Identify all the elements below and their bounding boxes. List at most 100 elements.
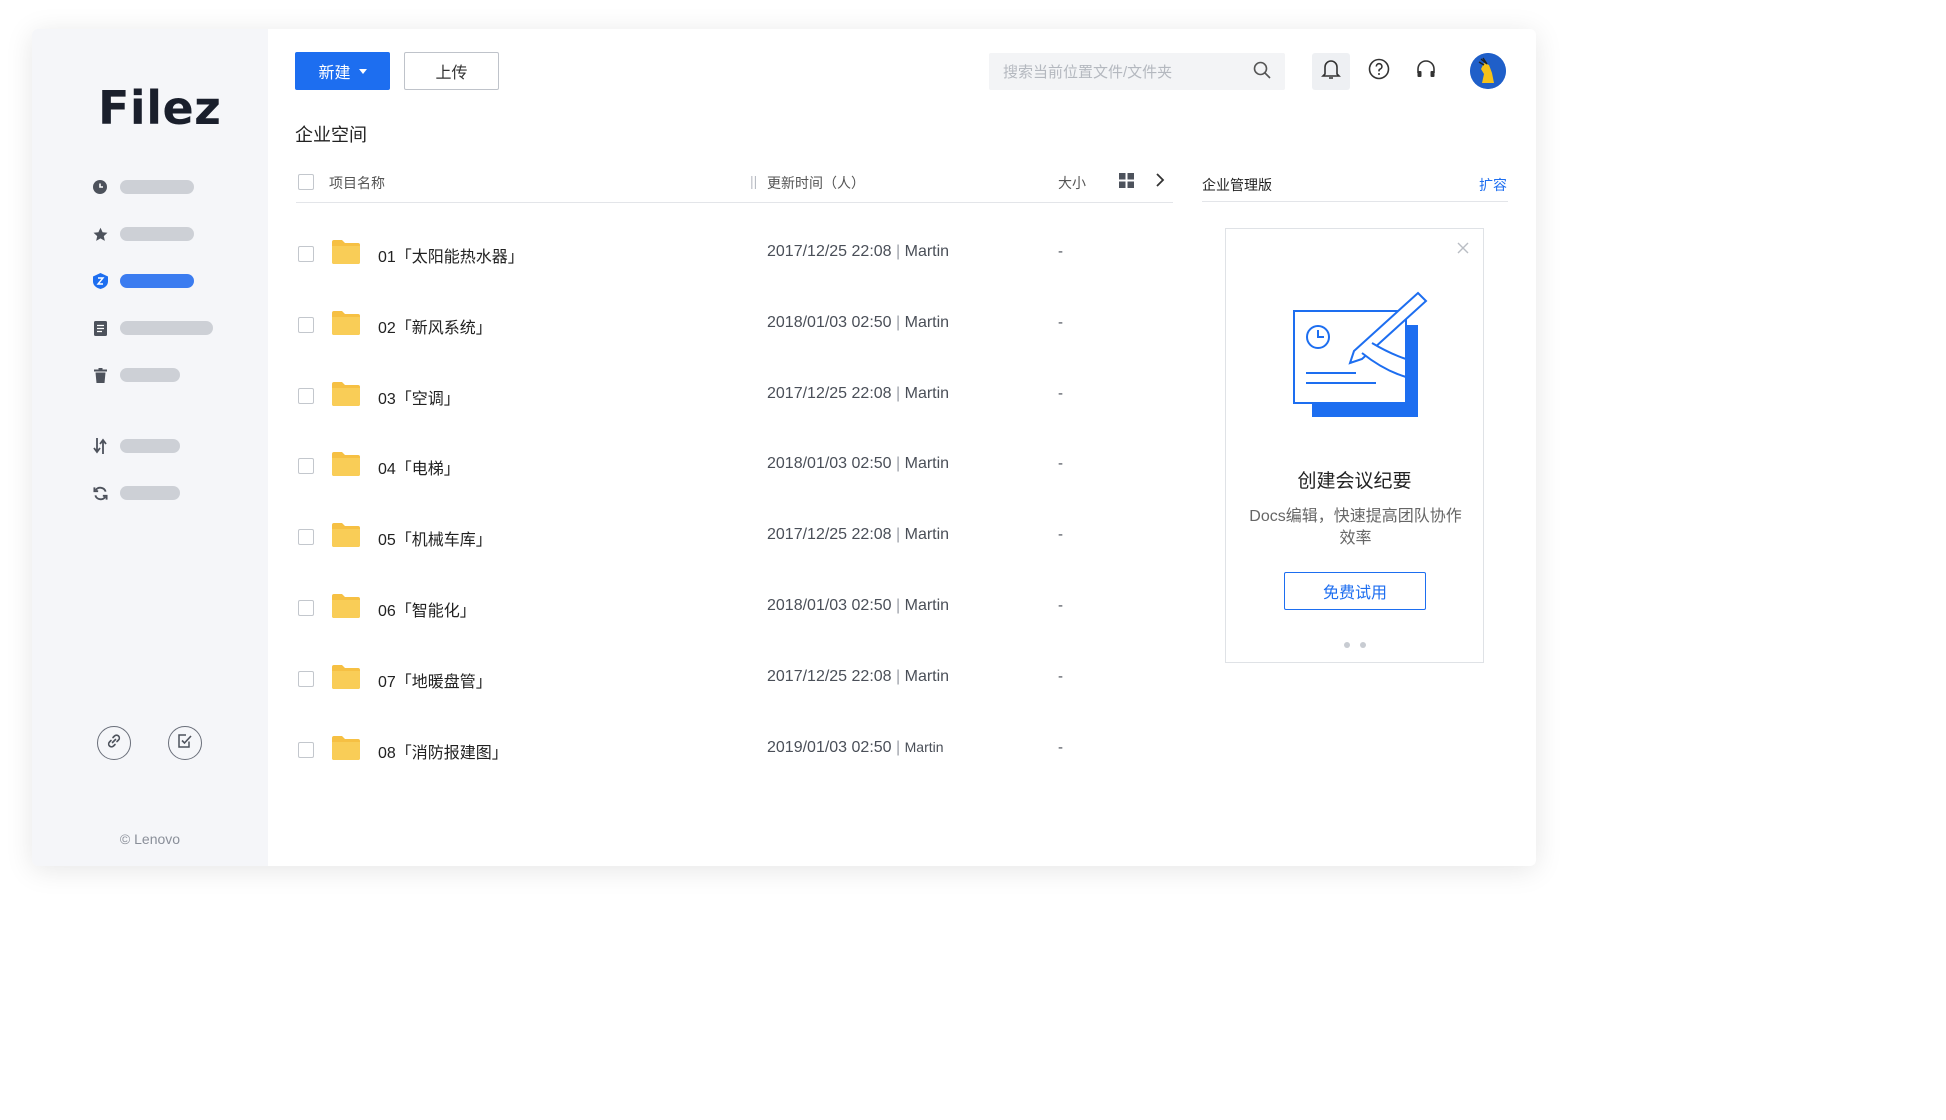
sign-button[interactable] xyxy=(168,726,202,760)
table-row[interactable]: 06「智能化」 2018/01/03 02:50 | Martin - xyxy=(296,588,1173,628)
file-name[interactable]: 08「消防报建图」 xyxy=(378,739,508,763)
updated-time: 2019/01/03 02:50 xyxy=(767,739,892,756)
expand-capacity-link[interactable]: 扩容 xyxy=(1479,175,1507,195)
copyright: © Lenovo xyxy=(119,831,181,847)
avatar[interactable] xyxy=(1470,53,1506,89)
updated-info: 2019/01/03 02:50 | Martin xyxy=(767,739,944,756)
file-size: - xyxy=(1058,314,1063,331)
folder-icon xyxy=(332,523,360,547)
updated-time: 2018/01/03 02:50 xyxy=(767,455,892,472)
carousel-dots[interactable] xyxy=(1226,642,1483,648)
updated-user: Martin xyxy=(904,385,950,402)
updated-time: 2018/01/03 02:50 xyxy=(767,314,892,331)
file-size: - xyxy=(1058,385,1063,402)
file-name[interactable]: 02「新风系统」 xyxy=(378,314,492,338)
file-size: - xyxy=(1058,668,1063,685)
file-name[interactable]: 06「智能化」 xyxy=(378,597,476,621)
table-row[interactable]: 07「地暖盘管」 2017/12/25 22:08 | Martin - xyxy=(296,659,1173,699)
folder-icon xyxy=(332,736,360,760)
updated-user: Martin xyxy=(904,597,950,614)
row-checkbox[interactable] xyxy=(298,388,314,404)
star-icon xyxy=(92,226,108,242)
folder-icon xyxy=(332,594,360,618)
sidebar-item-recent[interactable] xyxy=(92,178,194,196)
sidebar-item-favorites[interactable] xyxy=(92,225,194,243)
transfer-icon xyxy=(92,438,108,454)
file-name[interactable]: 05「机械车库」 xyxy=(378,526,492,550)
row-checkbox[interactable] xyxy=(298,671,314,687)
row-checkbox[interactable] xyxy=(298,317,314,333)
row-checkbox[interactable] xyxy=(298,458,314,474)
select-all-checkbox[interactable] xyxy=(298,174,314,190)
folder-icon xyxy=(332,240,360,264)
row-checkbox[interactable] xyxy=(298,246,314,262)
app-logo: Filez xyxy=(98,81,222,135)
file-name[interactable]: 03「空调」 xyxy=(378,385,460,409)
table-row[interactable]: 04「电梯」 2018/01/03 02:50 | Martin - xyxy=(296,446,1173,486)
grid-view-icon[interactable] xyxy=(1119,173,1134,193)
help-button[interactable] xyxy=(1360,53,1398,90)
column-name[interactable]: 项目名称 xyxy=(329,173,385,193)
folder-icon xyxy=(332,382,360,406)
file-name[interactable]: 04「电梯」 xyxy=(378,455,460,479)
upload-button[interactable]: 上传 xyxy=(404,52,499,90)
sign-icon xyxy=(177,733,193,754)
chevron-right-icon[interactable] xyxy=(1155,172,1165,193)
main-content: 新建 上传 搜索当前位置文件/文件夹 企业空间 项目名称 || 更新时间（人） … xyxy=(268,29,1536,866)
updated-time: 2017/12/25 22:08 xyxy=(767,526,892,543)
link-icon xyxy=(106,733,122,754)
updated-info: 2018/01/03 02:50 | Martin xyxy=(767,455,950,472)
file-size: - xyxy=(1058,526,1063,543)
free-trial-button[interactable]: 免费试用 xyxy=(1284,572,1426,610)
file-size: - xyxy=(1058,455,1063,472)
updated-user: Martin xyxy=(904,739,944,755)
updated-user: Martin xyxy=(904,526,950,543)
row-checkbox[interactable] xyxy=(298,600,314,616)
column-resize-handle[interactable]: || xyxy=(750,173,757,189)
promo-description: Docs编辑，快速提高团队协作效率 xyxy=(1249,508,1462,547)
table-row[interactable]: 03「空调」 2017/12/25 22:08 | Martin - xyxy=(296,376,1173,416)
table-row[interactable]: 02「新风系统」 2018/01/03 02:50 | Martin - xyxy=(296,305,1173,345)
table-row[interactable]: 08「消防报建图」 2019/01/03 02:50 | Martin - xyxy=(296,730,1173,770)
bell-icon xyxy=(1321,58,1341,85)
table-row[interactable]: 01「太阳能热水器」 2017/12/25 22:08 | Martin - xyxy=(296,234,1173,274)
file-size: - xyxy=(1058,243,1063,260)
column-time[interactable]: 更新时间（人） xyxy=(767,173,865,193)
sidebar: Filez © Lenovo xyxy=(32,29,268,866)
updated-user: Martin xyxy=(904,668,950,685)
meeting-notes-illustration xyxy=(1292,291,1428,424)
sidebar-item-label-placeholder xyxy=(120,274,194,288)
updated-info: 2017/12/25 22:08 | Martin xyxy=(767,526,950,543)
close-icon[interactable] xyxy=(1457,241,1469,259)
updated-info: 2017/12/25 22:08 | Martin xyxy=(767,385,950,402)
search-input[interactable]: 搜索当前位置文件/文件夹 xyxy=(989,53,1285,90)
search-icon[interactable] xyxy=(1253,61,1271,83)
file-name[interactable]: 01「太阳能热水器」 xyxy=(378,243,524,267)
panel-title: 企业管理版 xyxy=(1202,177,1272,193)
sidebar-item-enterprise[interactable] xyxy=(92,272,194,290)
search-placeholder: 搜索当前位置文件/文件夹 xyxy=(1003,64,1173,81)
share-link-button[interactable] xyxy=(97,726,131,760)
sidebar-item-sync[interactable] xyxy=(92,484,180,502)
sidebar-item-transfer[interactable] xyxy=(92,437,180,455)
support-button[interactable] xyxy=(1407,53,1445,90)
folder-icon xyxy=(332,311,360,335)
column-size[interactable]: 大小 xyxy=(1058,173,1086,193)
updated-info: 2018/01/03 02:50 | Martin xyxy=(767,314,950,331)
row-checkbox[interactable] xyxy=(298,742,314,758)
clock-icon xyxy=(92,179,108,195)
row-checkbox[interactable] xyxy=(298,529,314,545)
updated-time: 2017/12/25 22:08 xyxy=(767,385,892,402)
sidebar-item-label-placeholder xyxy=(120,486,180,500)
sidebar-item-trash[interactable] xyxy=(92,366,180,384)
notification-button[interactable] xyxy=(1312,53,1350,90)
promo-card: 创建会议纪要 Docs编辑，快速提高团队协作效率 免费试用 xyxy=(1225,228,1484,663)
file-name[interactable]: 07「地暖盘管」 xyxy=(378,668,492,692)
updated-user: Martin xyxy=(904,455,950,472)
table-row[interactable]: 05「机械车库」 2017/12/25 22:08 | Martin - xyxy=(296,517,1173,557)
new-button[interactable]: 新建 xyxy=(295,52,390,90)
help-icon xyxy=(1368,58,1390,85)
updated-info: 2018/01/03 02:50 | Martin xyxy=(767,597,950,614)
new-button-label: 新建 xyxy=(318,65,351,82)
sidebar-item-documents[interactable] xyxy=(92,319,213,337)
